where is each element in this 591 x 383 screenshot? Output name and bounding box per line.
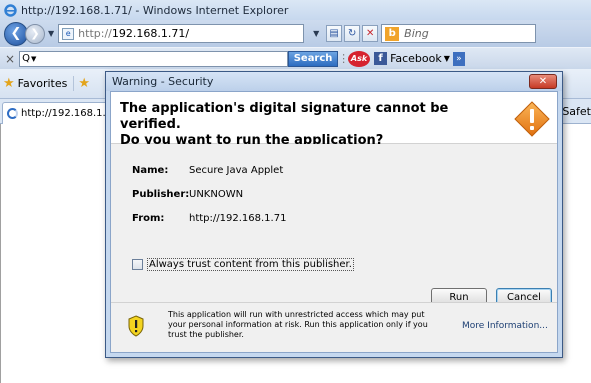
dialog-heading-line1: The application's digital signature cann… [120, 101, 449, 132]
field-publisher-label: Publisher: [132, 189, 190, 200]
recent-pages-dropdown[interactable]: ▼ [48, 29, 54, 38]
bing-logo-icon: b [385, 26, 400, 41]
search-toolbar: × Q ▼ Search ⋮ Ask f Facebook ▼ » [0, 47, 591, 69]
page-icon: e [62, 27, 75, 40]
window-title: http://192.168.1.71/ - Windows Internet … [21, 3, 289, 17]
search-box[interactable]: b Bing [381, 24, 537, 43]
toolbar-separator-icon: ⋮ [338, 52, 350, 65]
navigation-bar: ❮ ❯ ▼ e http://192.168.1.71/ ▼ ▤ ↻ ✕ b B… [0, 20, 591, 47]
always-trust-label[interactable]: Always trust content from this publisher… [147, 258, 354, 271]
dialog-heading: The application's digital signature cann… [120, 101, 490, 149]
dialog-details: Name: Secure Java Applet Publisher: UNKN… [111, 144, 557, 307]
close-icon: ✕ [538, 76, 548, 87]
add-to-favorites-icon[interactable]: ★ [73, 76, 90, 91]
refresh-icon[interactable]: ↻ [344, 25, 361, 42]
facebook-button[interactable]: f Facebook ▼ [374, 52, 450, 65]
field-from-row: From: http://192.168.1.71 [132, 213, 286, 224]
dialog-header: The application's digital signature cann… [111, 92, 557, 148]
ask-logo-icon[interactable]: Ask [348, 50, 371, 67]
security-warning-dialog: Warning - Security ✕ The application's d… [105, 71, 563, 358]
warning-shield-icon [128, 315, 144, 337]
toolbar-search-value: Q [22, 53, 30, 64]
field-name-row: Name: Secure Java Applet [132, 165, 283, 176]
stop-icon[interactable]: ✕ [362, 25, 379, 42]
field-from-value: http://192.168.1.71 [189, 213, 287, 224]
warning-diamond-icon [514, 101, 550, 137]
forward-button[interactable]: ❯ [25, 23, 45, 44]
back-arrow-icon: ❮ [10, 26, 22, 41]
dialog-footer: This application will run with unrestric… [111, 302, 557, 352]
internet-explorer-icon [4, 3, 17, 17]
facebook-label: Facebook [390, 52, 442, 65]
field-publisher-value: UNKNOWN [189, 189, 244, 200]
facebook-dropdown-icon: ▼ [443, 54, 450, 63]
url-host: 192.168.1.71/ [111, 27, 190, 40]
dialog-body: The application's digital signature cann… [110, 91, 558, 353]
facebook-icon: f [374, 52, 388, 65]
field-name-value: Secure Java Applet [189, 165, 284, 176]
tab-label: http://192.168.1.7 [21, 108, 113, 119]
favorites-star-icon[interactable]: ★ [3, 76, 15, 91]
toolbar-search-input[interactable]: Q ▼ [19, 50, 289, 67]
address-tools: ▼ ▤ ↻ ✕ [306, 25, 379, 42]
field-publisher-row: Publisher: UNKNOWN [132, 189, 243, 200]
search-box-placeholder: Bing [404, 27, 429, 40]
always-trust-checkbox[interactable] [132, 259, 143, 270]
dialog-title: Warning - Security [112, 75, 214, 88]
dialog-titlebar[interactable]: Warning - Security ✕ [106, 72, 562, 91]
safety-menu[interactable]: Safet [562, 105, 591, 118]
address-bar[interactable]: e http://192.168.1.71/ [58, 24, 305, 43]
url-scheme: http:// [78, 27, 112, 40]
toolbar-search-dropdown-icon[interactable]: ▼ [31, 55, 36, 63]
dialog-close-button[interactable]: ✕ [529, 74, 557, 89]
field-name-label: Name: [132, 165, 169, 176]
toolbar-search-button[interactable]: Search [288, 50, 339, 67]
always-trust-row: Always trust content from this publisher… [132, 258, 354, 271]
compatibility-view-icon[interactable]: ▤ [326, 25, 343, 42]
more-information-link[interactable]: More Information... [462, 321, 548, 331]
favorites-button[interactable]: Favorites [18, 77, 68, 90]
field-from-label: From: [132, 213, 165, 224]
tab-active[interactable]: http://192.168.1.7 [2, 102, 122, 124]
toolbar-close-icon[interactable]: × [5, 52, 15, 66]
risk-warning-text: This application will run with unrestric… [168, 310, 428, 339]
address-dropdown-button[interactable]: ▼ [308, 25, 324, 42]
forward-arrow-icon: ❯ [30, 27, 40, 40]
loading-icon [7, 108, 18, 119]
browser-titlebar: http://192.168.1.71/ - Windows Internet … [0, 0, 591, 20]
toolbar-more-icon[interactable]: » [452, 51, 465, 66]
